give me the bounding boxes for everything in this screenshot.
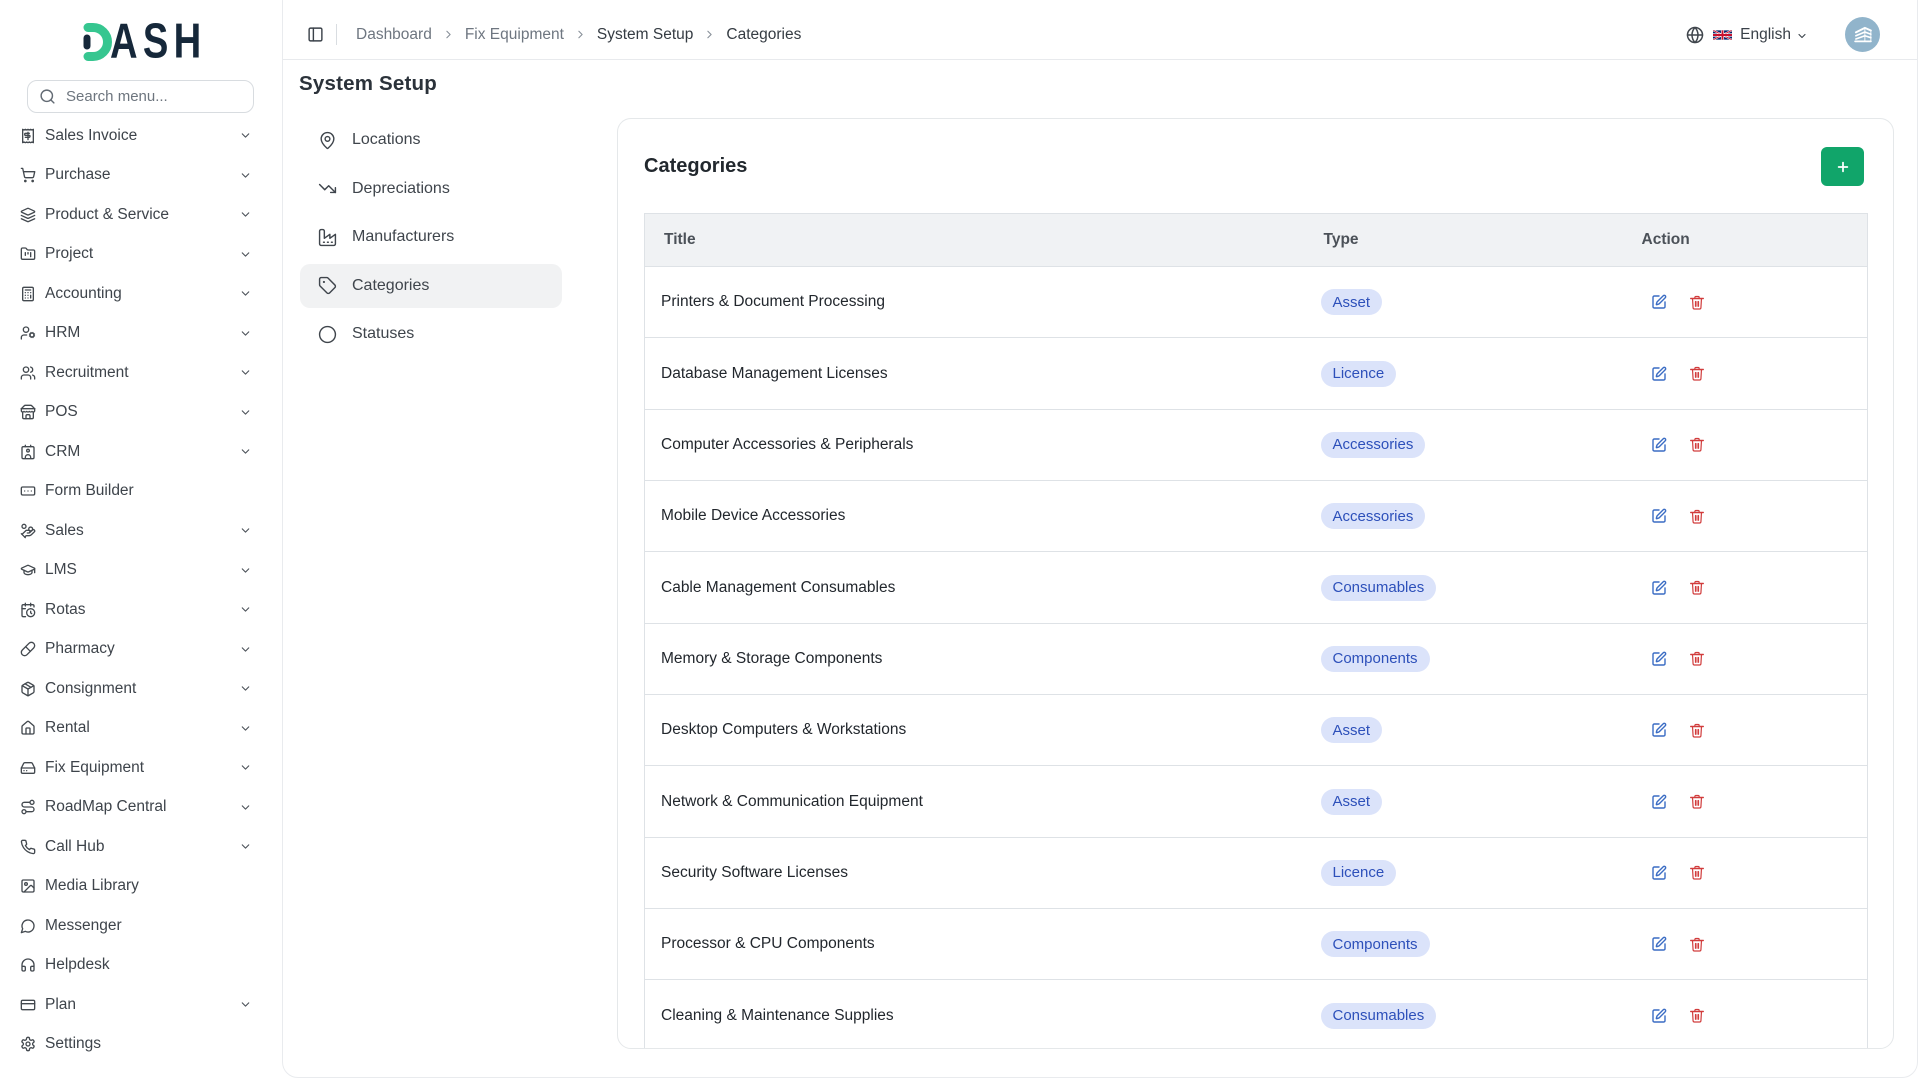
svg-text:ASH: ASH <box>110 21 201 63</box>
